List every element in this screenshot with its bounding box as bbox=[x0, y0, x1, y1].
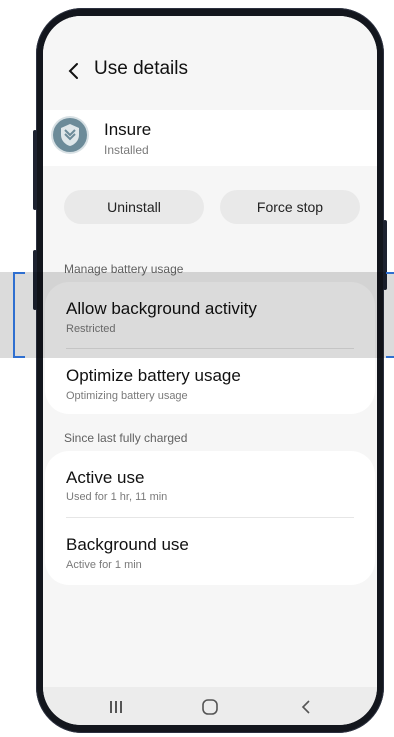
back-icon[interactable] bbox=[296, 697, 316, 717]
uninstall-button[interactable]: Uninstall bbox=[64, 190, 204, 224]
highlight-overlay bbox=[0, 272, 394, 358]
home-icon[interactable] bbox=[200, 697, 220, 717]
header: Use details bbox=[43, 16, 377, 124]
background-use-subtitle: Active for 1 min bbox=[66, 559, 142, 571]
app-shield-icon bbox=[53, 118, 87, 152]
phone-side-button bbox=[33, 130, 37, 210]
screen: Use details Insure Installed Uninstall F… bbox=[43, 16, 377, 725]
optimize-battery-usage-subtitle: Optimizing battery usage bbox=[66, 390, 188, 402]
app-info-card bbox=[43, 110, 377, 166]
background-use-title[interactable]: Background use bbox=[66, 535, 189, 555]
navigation-bar bbox=[43, 687, 377, 725]
active-use-subtitle: Used for 1 hr, 11 min bbox=[66, 491, 168, 503]
force-stop-button[interactable]: Force stop bbox=[220, 190, 360, 224]
highlight-bracket-left bbox=[13, 272, 25, 358]
active-use-title[interactable]: Active use bbox=[66, 468, 144, 488]
optimize-battery-usage-title[interactable]: Optimize battery usage bbox=[66, 366, 241, 386]
page-title: Use details bbox=[94, 58, 188, 79]
since-charged-section-label: Since last fully charged bbox=[64, 431, 188, 445]
back-arrow-icon[interactable] bbox=[63, 60, 85, 82]
app-status: Installed bbox=[104, 143, 149, 157]
highlight-bracket-right bbox=[386, 272, 394, 358]
recent-apps-icon[interactable] bbox=[106, 697, 126, 717]
since-charged-card: Active use Used for 1 hr, 11 min Backgro… bbox=[45, 451, 375, 585]
divider bbox=[66, 517, 354, 518]
app-name: Insure bbox=[104, 120, 152, 139]
